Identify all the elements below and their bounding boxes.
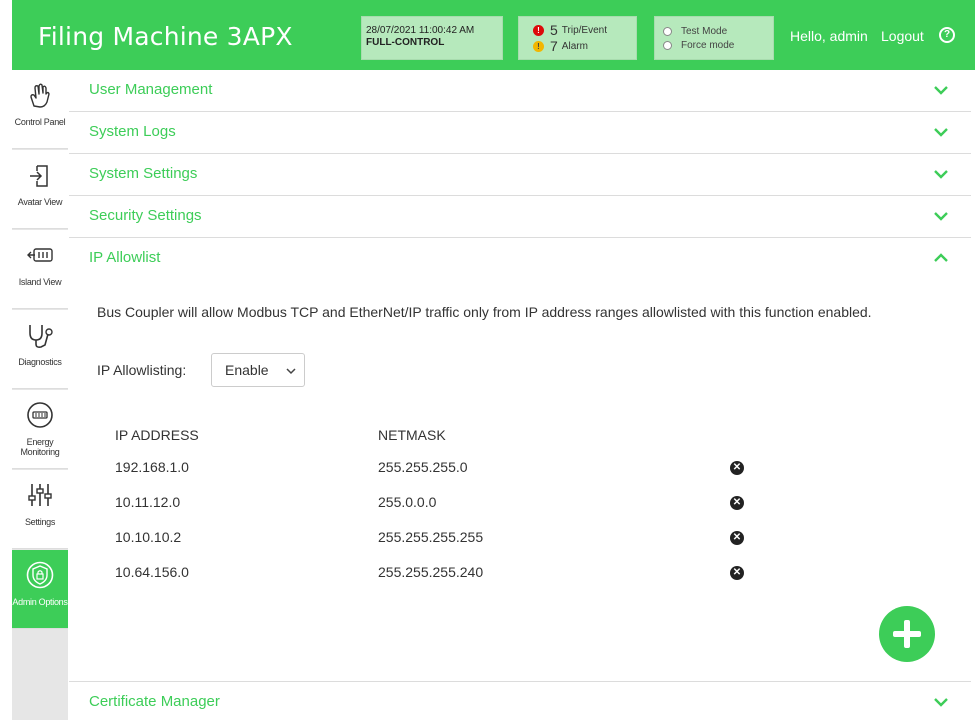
sidebar-item-energy-monitoring[interactable]: Energy Monitoring (12, 390, 68, 469)
help-icon[interactable]: ? (939, 27, 955, 43)
section-title: Certificate Manager (89, 693, 220, 710)
ip-allowlisting-value: Enable (225, 362, 269, 378)
force-mode-label: Force mode (681, 39, 735, 51)
stethoscope-icon (29, 325, 53, 348)
shield-lock-icon (26, 561, 54, 589)
trip-label: Trip/Event (561, 24, 607, 36)
chevron-down-icon[interactable] (933, 696, 949, 708)
alarm-label: Alarm (561, 40, 588, 52)
chevron-down-icon[interactable] (933, 168, 949, 180)
section-title: Security Settings (89, 207, 202, 224)
trip-count: 5 (550, 22, 558, 38)
delete-row-icon[interactable]: ✕ (730, 496, 744, 510)
sidebar-item-avatar-view[interactable]: Avatar View (12, 150, 68, 229)
netmask-cell: 255.255.255.240 (378, 564, 484, 580)
alarm-count: 7 (550, 38, 558, 54)
sidebar-item-island-view[interactable]: Island View (12, 230, 68, 309)
ip-allowlisting-label: IP Allowlisting: (97, 362, 187, 378)
section-title: System Logs (89, 123, 176, 140)
sidebar: Control Panel Avatar View Island View Di… (12, 70, 68, 720)
sidebar-item-settings[interactable]: Settings (12, 470, 68, 549)
accordion-system-settings[interactable]: System Settings (69, 154, 971, 196)
chevron-down-icon (286, 368, 296, 375)
sidebar-item-label: Control Panel (14, 117, 66, 127)
test-mode-label: Test Mode (681, 25, 728, 37)
netmask-cell: 255.0.0.0 (378, 494, 437, 510)
accordion-system-logs[interactable]: System Logs (69, 112, 971, 154)
delete-row-icon[interactable]: ✕ (730, 566, 744, 580)
column-header-ip-address: IP ADDRESS (115, 427, 199, 443)
ip-address-cell: 10.10.10.2 (115, 529, 182, 545)
trip-event-row[interactable]: ! 5 Trip/Event (533, 22, 636, 38)
sidebar-item-label: Energy Monitoring (20, 437, 60, 457)
control-mode-text: FULL-CONTROL (366, 37, 445, 48)
accordion-certificate-manager[interactable]: Certificate Manager (69, 682, 971, 724)
datetime-panel: 28/07/2021 11:00:42 AM FULL-CONTROL (361, 16, 503, 60)
ip-allowlist-panel: Bus Coupler will allow Modbus TCP and Et… (69, 279, 971, 682)
ip-allowlisting-select[interactable]: Enable (211, 353, 305, 387)
logout-link[interactable]: Logout (881, 28, 924, 44)
user-greeting: Hello, admin (790, 28, 868, 44)
chevron-down-icon[interactable] (933, 126, 949, 138)
delete-row-icon[interactable]: ✕ (730, 461, 744, 475)
ip-address-cell: 10.11.12.0 (115, 494, 181, 510)
ip-allowlist-description: Bus Coupler will allow Modbus TCP and Et… (97, 304, 872, 320)
alarm-row[interactable]: ! 7 Alarm (533, 38, 636, 54)
delete-row-icon[interactable]: ✕ (730, 531, 744, 545)
netmask-cell: 255.255.255.0 (378, 459, 468, 475)
chevron-down-icon[interactable] (933, 210, 949, 222)
test-mode-option[interactable]: Test Mode (663, 24, 773, 38)
column-header-netmask: NETMASK (378, 427, 446, 443)
section-title: IP Allowlist (89, 249, 161, 266)
chevron-down-icon[interactable] (933, 84, 949, 96)
datetime-text: 28/07/2021 11:00:42 AM (366, 25, 475, 36)
top-bar: Filing Machine 3APX 28/07/2021 11:00:42 … (12, 0, 975, 70)
alarm-warning-icon: ! (533, 40, 544, 52)
sidebar-item-label: Diagnostics (18, 357, 62, 367)
ip-address-cell: 10.64.156.0 (115, 564, 189, 580)
ip-address-cell: 192.168.1.0 (115, 459, 189, 475)
sliders-icon (28, 484, 52, 506)
force-mode-radio[interactable] (663, 40, 672, 50)
events-panel[interactable]: ! 5 Trip/Event ! 7 Alarm (518, 16, 637, 60)
sidebar-item-label: Island View (18, 277, 62, 287)
modes-panel: Test Mode Force mode (654, 16, 774, 60)
add-ip-button[interactable] (879, 606, 935, 662)
sidebar-item-label: Admin Options (12, 597, 68, 607)
island-module-icon (27, 248, 53, 262)
force-mode-option[interactable]: Force mode (663, 38, 773, 52)
meter-icon (27, 402, 53, 428)
sidebar-item-label: Avatar View (17, 197, 63, 207)
sidebar-item-diagnostics[interactable]: Diagnostics (12, 310, 68, 389)
trip-alert-icon: ! (533, 24, 544, 36)
accordion-security-settings[interactable]: Security Settings (69, 196, 971, 238)
accordion-user-management[interactable]: User Management (69, 70, 971, 112)
accordion-ip-allowlist[interactable]: IP Allowlist (69, 238, 971, 280)
sidebar-item-admin-options[interactable]: Admin Options (12, 550, 68, 629)
hand-pointer-icon (30, 83, 50, 108)
section-title: User Management (89, 81, 213, 98)
main-content: User Management System Logs System Setti… (69, 70, 975, 724)
sidebar-item-label: Settings (24, 517, 56, 527)
chevron-up-icon[interactable] (933, 252, 949, 264)
sidebar-item-control-panel[interactable]: Control Panel (12, 70, 68, 149)
section-title: System Settings (89, 165, 198, 182)
app-title: Filing Machine 3APX (38, 22, 293, 51)
login-arrow-icon (30, 165, 48, 187)
test-mode-radio[interactable] (663, 26, 672, 36)
netmask-cell: 255.255.255.255 (378, 529, 484, 545)
